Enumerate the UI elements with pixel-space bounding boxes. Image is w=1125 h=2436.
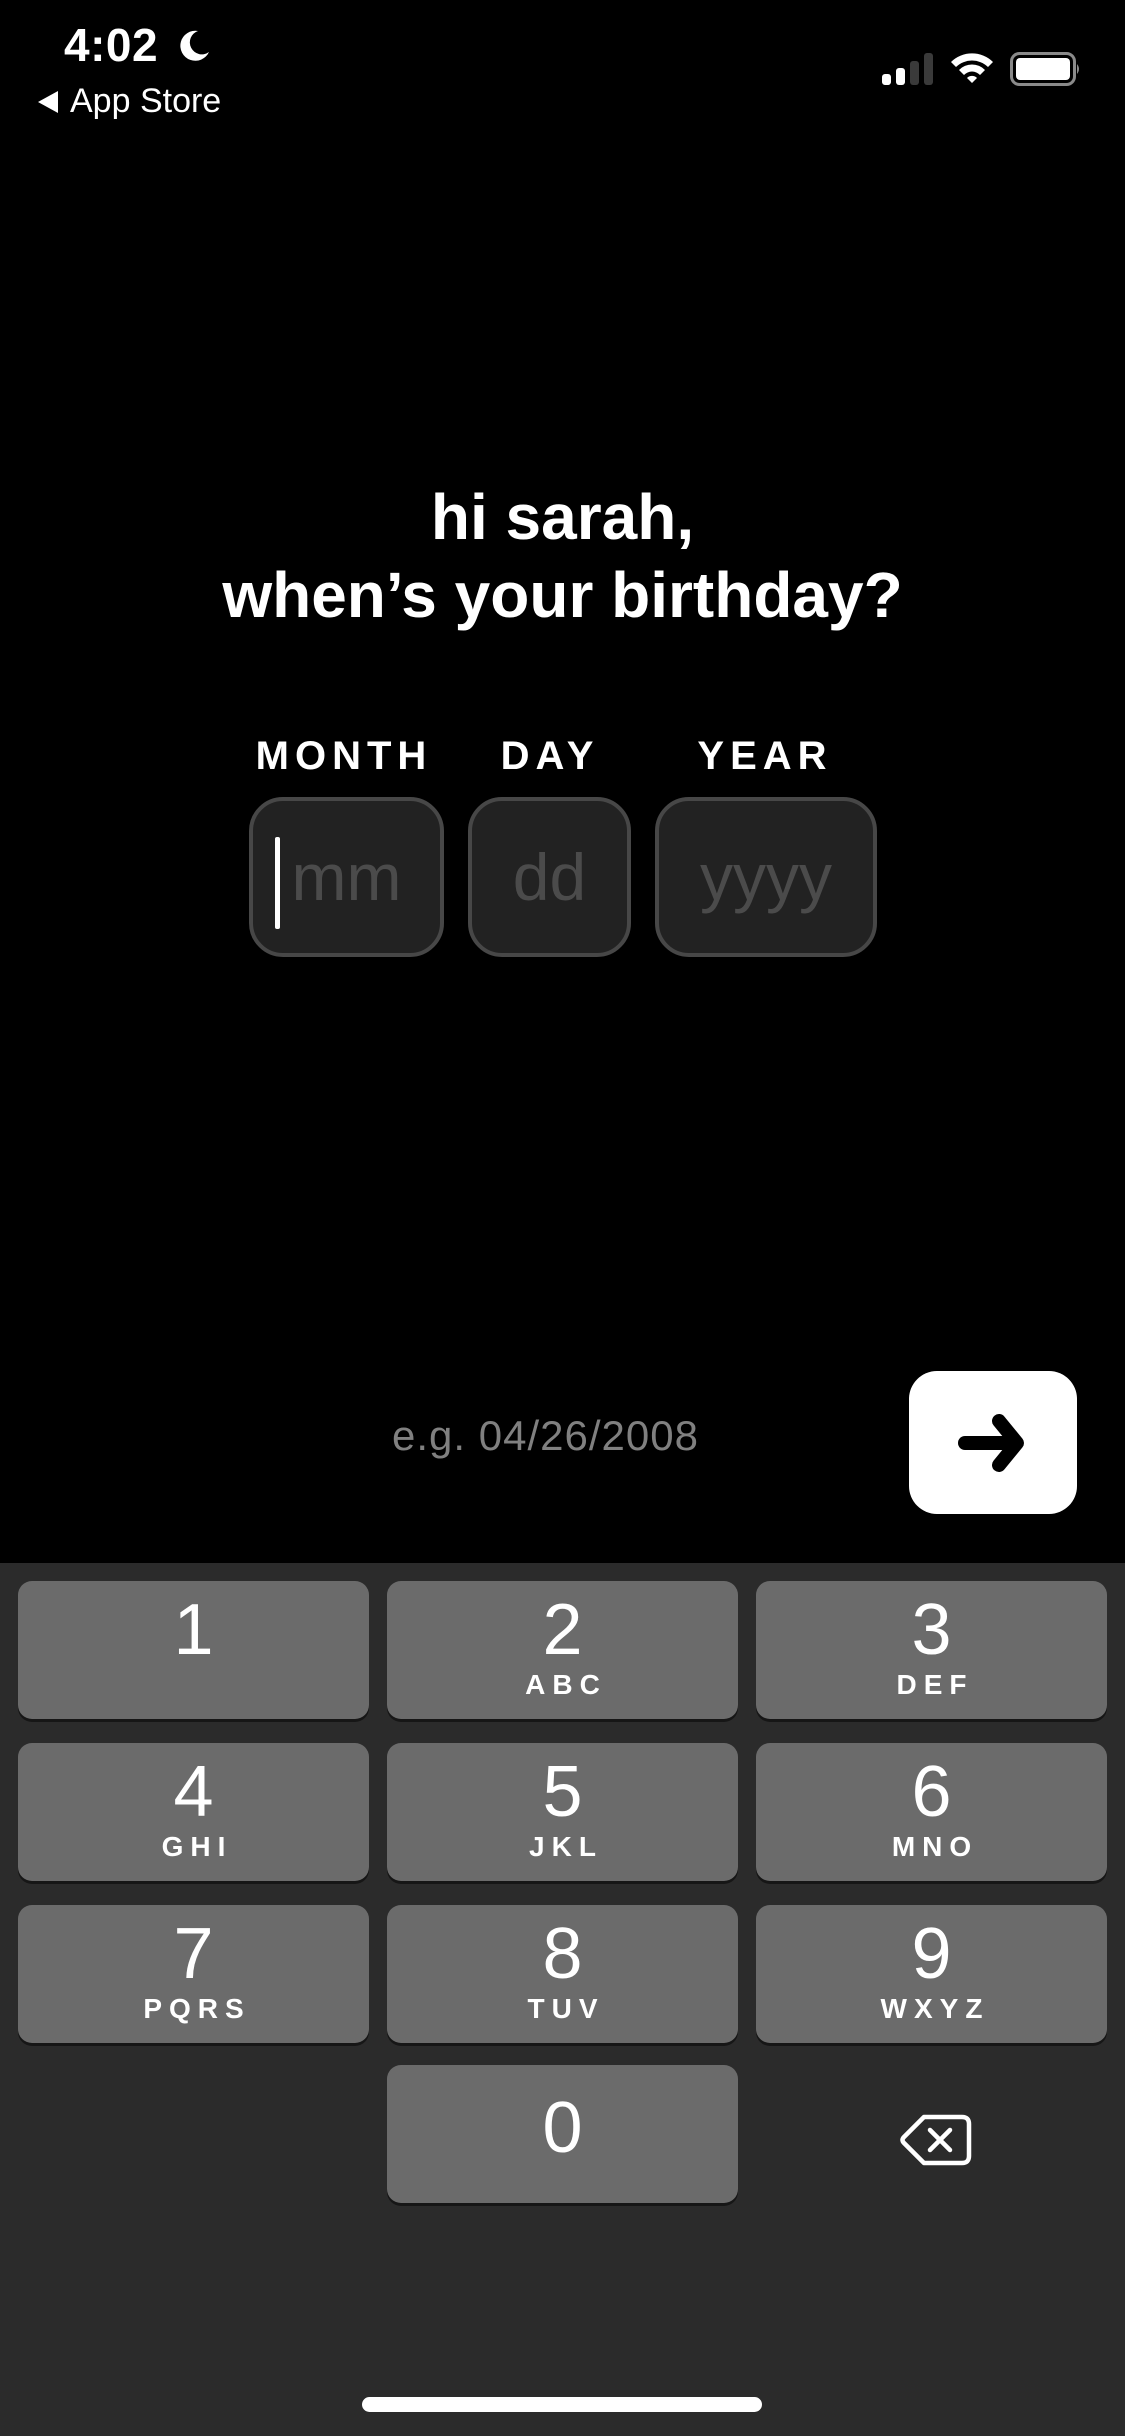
month-input[interactable] [253,838,440,916]
date-field-labels: MONTH DAY YEAR [0,734,1125,784]
year-label: YEAR [697,734,833,778]
back-to-app-store[interactable]: App Store [38,82,221,121]
key-digit: 6 [911,1752,952,1832]
battery-icon [1010,52,1079,86]
back-label: App Store [70,82,222,120]
question-line: when’s your birthday? [222,559,903,631]
key-4[interactable]: 4 GHI [18,1743,369,1881]
moon-icon [180,30,209,61]
key-digit: 9 [911,1914,952,1994]
clock-time: 4:02 [64,19,159,71]
key-digit: 1 [173,1590,214,1670]
key-letters: JKL [529,1831,603,1862]
home-indicator[interactable] [362,2397,762,2412]
day-input[interactable] [472,838,627,916]
key-digit: 2 [542,1590,583,1670]
arrow-right-icon [958,1413,1024,1472]
backspace-icon [900,2114,972,2166]
cellular-signal-icon [882,53,933,85]
key-1[interactable]: 1 [18,1581,369,1719]
key-digit: 5 [542,1752,583,1832]
month-label: MONTH [255,734,433,778]
key-6[interactable]: 6 MNO [756,1743,1107,1881]
greeting-line: hi sarah, [430,481,695,553]
status-bar: 4:02 App Store [0,0,1125,130]
day-label: DAY [500,734,600,778]
key-digit: 8 [542,1914,583,1994]
key-letters: WXYZ [880,1993,990,2024]
key-digit: 3 [911,1590,952,1670]
key-letters: GHI [161,1831,233,1862]
key-letters: PQRS [143,1993,251,2024]
year-field[interactable] [655,797,877,957]
delete-key[interactable] [871,2095,1001,2185]
key-2[interactable]: 2 ABC [387,1581,738,1719]
key-letters: MNO [891,1831,979,1862]
key-8[interactable]: 8 TUV [387,1905,738,2043]
key-digit: 0 [542,2088,583,2168]
key-digit: 7 [173,1914,214,1994]
date-format-hint: e.g. 04/26/2008 [392,1412,699,1459]
wifi-icon [951,53,993,83]
key-letters: ABC [525,1669,607,1700]
text-caret [275,837,280,929]
numeric-keypad: 1 2 ABC 3 DEF 4 GHI 5 JKL 6 MNO 7 PQRS 8… [0,1563,1125,2436]
back-arrow-icon [38,90,58,113]
key-9[interactable]: 9 WXYZ [756,1905,1107,2043]
key-5[interactable]: 5 JKL [387,1743,738,1881]
key-3[interactable]: 3 DEF [756,1581,1107,1719]
key-0[interactable]: 0 [387,2065,738,2203]
next-button[interactable] [909,1371,1077,1514]
key-7[interactable]: 7 PQRS [18,1905,369,2043]
month-field[interactable] [249,797,444,957]
key-letters: DEF [896,1669,974,1700]
key-letters: TUV [527,1993,605,2024]
day-field[interactable] [468,797,631,957]
year-input[interactable] [659,838,873,916]
key-digit: 4 [173,1752,214,1832]
birthday-prompt: hi sarah, when’s your birthday? [0,478,1125,634]
